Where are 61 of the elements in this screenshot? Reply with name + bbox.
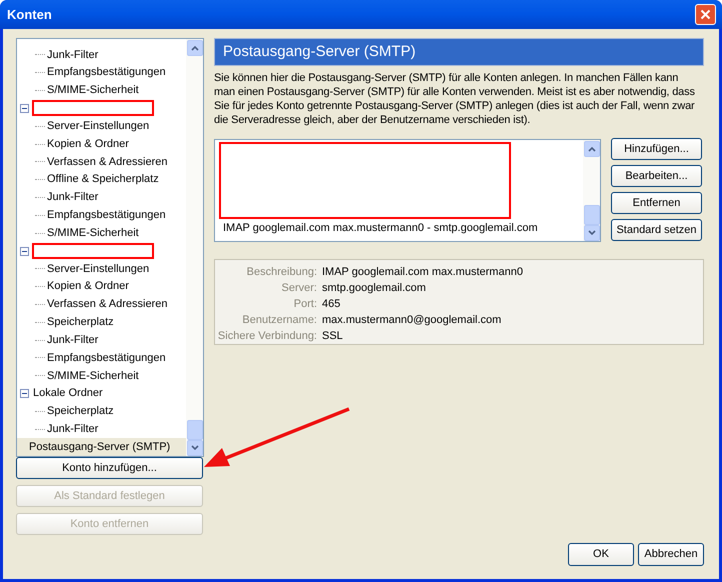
account-tree[interactable] [16,38,204,457]
tree-item[interactable]: S/MIME-Sicherheit [46,82,140,99]
caret-up-icon [588,146,596,152]
scroll-thumb[interactable] [584,204,600,224]
tree-item[interactable]: Offline & Speicherplatz [46,171,160,188]
description-text: Sie können hier die Postausgang-Server (SMTP) für alle Konten anlegen. In manchen Fällen kann man einen Postausgang-Server (SMTP) für alle Konten verwenden. Meist ist es aber notwendig, dass Sie für jedes Konto getrennte Postausgang-Server (SMTP) anlegen (dies ist auch der Fall, wenn zwar die Serveradresse gleich, aber der Benutzername verschieden ist). [214,71,696,127]
tree-item[interactable]: S/MIME-Sicherheit [46,224,140,242]
tree-item[interactable]: Junk-Filter [46,332,100,348]
tree-item[interactable]: Junk-Filter [46,421,100,438]
tree-item[interactable]: Kopien & Ordner [46,136,130,152]
server-button[interactable]: Bearbeiten... [611,165,702,187]
detail-label: Benutzername: [241,312,317,328]
detail-value: smtp.googlemail.com [322,280,426,296]
tree-item[interactable]: Server-Einstellungen [46,118,150,134]
dialog-button[interactable]: OK [568,543,634,566]
account-button[interactable]: Konto hinzufügen... [16,457,203,479]
detail-label: Port: [292,296,317,312]
window-title: Konten [6,6,52,24]
tree-item[interactable]: Empfangsbestätigungen [46,207,167,224]
server-list[interactable]: IMAP googlemail.com max.mustermann0 - smtp.googlemail.com [214,139,601,242]
detail-label: Sichere Verbindung: [216,328,317,344]
tree-item[interactable]: Lokale Ordner [32,385,104,402]
tree-item[interactable]: Junk-Filter [46,46,100,64]
detail-value: 465 [322,296,340,312]
tree-item[interactable]: Speicherplatz [46,314,115,331]
caret-up-icon [190,44,198,50]
close-button[interactable] [695,4,716,25]
detail-label: Server: [280,280,317,296]
tree-item[interactable]: Postausgang-Server (SMTP) [17,438,186,456]
tree-item[interactable]: Kopien & Ordner [46,278,130,295]
tree-item[interactable]: Empfangsbestätigungen [46,64,167,81]
scrollbar[interactable] [186,39,203,456]
close-icon [700,9,711,20]
collapse-toggle-icon[interactable] [20,104,29,113]
tree-item[interactable]: Verfassen & Adressieren [46,296,168,313]
server-button[interactable]: Hinzufügen... [611,138,702,160]
scroll-down-button[interactable] [186,440,202,456]
scroll-thumb[interactable] [186,420,202,440]
tree-item[interactable]: Empfangsbestätigungen [46,350,167,366]
detail-value: IMAP googlemail.com max.mustermann0 [322,264,523,280]
detail-value: SSL [322,328,343,344]
scroll-up-button[interactable] [186,40,202,56]
scrollbar[interactable] [583,140,600,241]
server-button[interactable]: Standard setzen [611,219,702,241]
collapse-toggle-icon[interactable] [20,389,29,398]
tree-item[interactable]: Junk-Filter [46,189,100,206]
scroll-up-button[interactable] [584,140,600,156]
tree-item[interactable]: Verfassen & Adressieren [46,154,168,170]
detail-label: Beschreibung: [246,264,317,280]
scroll-down-button[interactable] [584,224,600,240]
caret-down-icon [190,444,198,450]
server-list-item[interactable]: IMAP googlemail.com max.mustermann0 - smtp.googlemail.com [219,219,583,237]
tree-item[interactable]: Server-Einstellungen [46,260,150,278]
dialog-button[interactable]: Abbrechen [638,543,704,566]
tree-item[interactable]: Speicherplatz [46,403,115,420]
server-button[interactable]: Entfernen [611,192,702,214]
caret-down-icon [588,230,596,236]
detail-value: max.mustermann0@googlemail.com [322,312,502,328]
collapse-toggle-icon[interactable] [20,246,29,256]
panel-title: Postausgang-Server (SMTP) [223,42,416,62]
tree-item[interactable]: S/MIME-Sicherheit [46,368,140,384]
